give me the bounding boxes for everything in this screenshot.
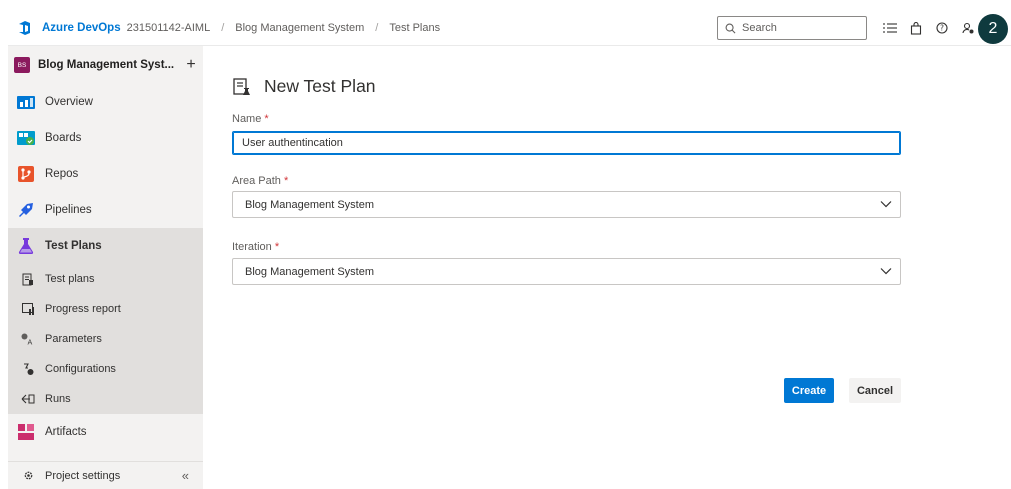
boards-icon: [16, 128, 36, 148]
collapse-sidebar-icon[interactable]: «: [182, 468, 189, 483]
page-title: New Test Plan: [264, 76, 376, 96]
user-settings-icon[interactable]: [958, 18, 978, 38]
sidebar-subitem-label: Test plans: [45, 273, 95, 285]
sidebar-subitem-label: Runs: [45, 393, 71, 405]
chevron-down-icon: [880, 201, 892, 208]
sidebar-item-artifacts[interactable]: Artifacts: [8, 414, 203, 450]
iteration-value: Blog Management System: [245, 265, 375, 278]
area-path-value: Blog Management System: [245, 198, 375, 211]
search-icon: [725, 23, 736, 33]
breadcrumb-project[interactable]: Blog Management System: [235, 22, 364, 34]
sidebar-item-label: Test Plans: [45, 240, 102, 252]
project-header[interactable]: BS Blog Management Syst... +: [8, 46, 203, 84]
name-label: Name *: [232, 113, 269, 125]
sidebar-item-test-plans[interactable]: Test Plans: [8, 228, 203, 264]
test-plan-icon: [233, 77, 250, 95]
sidebar-item-overview[interactable]: Overview: [8, 84, 203, 120]
area-path-label: Area Path *: [232, 175, 288, 187]
project-badge: BS: [14, 57, 30, 73]
help-icon[interactable]: ?: [932, 18, 952, 38]
configurations-icon: [20, 361, 36, 377]
name-input[interactable]: [232, 131, 901, 155]
cancel-button[interactable]: Cancel: [849, 378, 901, 403]
iteration-label-text: Iteration: [232, 241, 272, 253]
required-mark: *: [283, 175, 289, 187]
shopping-bag-icon[interactable]: [906, 18, 926, 38]
name-label-text: Name: [232, 113, 262, 125]
required-mark: *: [274, 241, 280, 253]
test-plans-icon: [16, 236, 36, 256]
sidebar-item-boards[interactable]: Boards: [8, 120, 203, 156]
project-name[interactable]: Blog Management Syst...: [38, 59, 179, 71]
runs-icon: [20, 391, 36, 407]
search-placeholder: Search: [742, 22, 777, 34]
overview-icon: [16, 92, 36, 112]
sidebar-item-repos[interactable]: Repos: [8, 156, 203, 192]
chevron-down-icon: [880, 268, 892, 275]
svg-text:?: ?: [940, 24, 944, 33]
sidebar-item-pipelines[interactable]: Pipelines: [8, 192, 203, 228]
sidebar-item-label: Artifacts: [45, 426, 87, 438]
progress-report-icon: [20, 301, 36, 317]
sidebar-subitem-label: Configurations: [45, 363, 116, 375]
project-settings-label: Project settings: [45, 469, 121, 482]
test-plans-submenu: Test plans Progress report A Parameters …: [8, 264, 203, 414]
gear-icon: [20, 468, 36, 484]
area-path-label-text: Area Path: [232, 175, 281, 187]
sidebar-item-label: Overview: [45, 96, 93, 108]
required-mark: *: [264, 113, 269, 125]
svg-text:A: A: [28, 339, 33, 346]
top-bar: Azure DevOps 231501142-AIML / Blog Manag…: [8, 10, 1011, 46]
avatar[interactable]: 2: [978, 14, 1008, 44]
breadcrumb-organization[interactable]: 231501142-AIML: [127, 22, 211, 34]
artifacts-icon: [16, 422, 36, 442]
pipelines-icon: [16, 200, 36, 220]
parameters-icon: A: [20, 331, 36, 347]
top-icons: ?: [880, 18, 984, 38]
area-path-dropdown[interactable]: Blog Management System: [232, 191, 901, 218]
main-content: New Test Plan Name * Area Path * Blog Ma…: [203, 46, 1011, 489]
brand-link[interactable]: Azure DevOps: [42, 22, 121, 34]
test-plans-list-icon: [20, 271, 36, 287]
sidebar: BS Blog Management Syst... + Overview Bo…: [8, 46, 203, 489]
sidebar-item-label: Boards: [45, 132, 82, 144]
breadcrumb-separator: /: [221, 21, 225, 34]
page-header: New Test Plan: [232, 76, 376, 97]
sidebar-subitem-configurations[interactable]: Configurations: [8, 354, 203, 384]
iteration-dropdown[interactable]: Blog Management System: [232, 258, 901, 285]
task-list-icon[interactable]: [880, 18, 900, 38]
sidebar-item-label: Repos: [45, 168, 79, 180]
sidebar-subitem-parameters[interactable]: A Parameters: [8, 324, 203, 354]
azure-devops-logo-icon[interactable]: [16, 19, 34, 37]
sidebar-item-label: Pipelines: [45, 204, 92, 216]
breadcrumb-separator: /: [375, 21, 379, 34]
sidebar-subitem-test-plans[interactable]: Test plans: [8, 264, 203, 294]
repos-icon: [16, 164, 36, 184]
iteration-label: Iteration *: [232, 241, 279, 253]
sidebar-subitem-label: Parameters: [45, 333, 102, 345]
add-icon[interactable]: +: [179, 56, 203, 74]
search-box[interactable]: Search: [717, 16, 867, 40]
create-button[interactable]: Create: [784, 378, 834, 403]
project-settings[interactable]: Project settings «: [8, 461, 203, 489]
sidebar-subitem-progress-report[interactable]: Progress report: [8, 294, 203, 324]
breadcrumb-page[interactable]: Test Plans: [389, 22, 440, 34]
sidebar-subitem-label: Progress report: [45, 303, 121, 315]
sidebar-subitem-runs[interactable]: Runs: [8, 384, 203, 414]
